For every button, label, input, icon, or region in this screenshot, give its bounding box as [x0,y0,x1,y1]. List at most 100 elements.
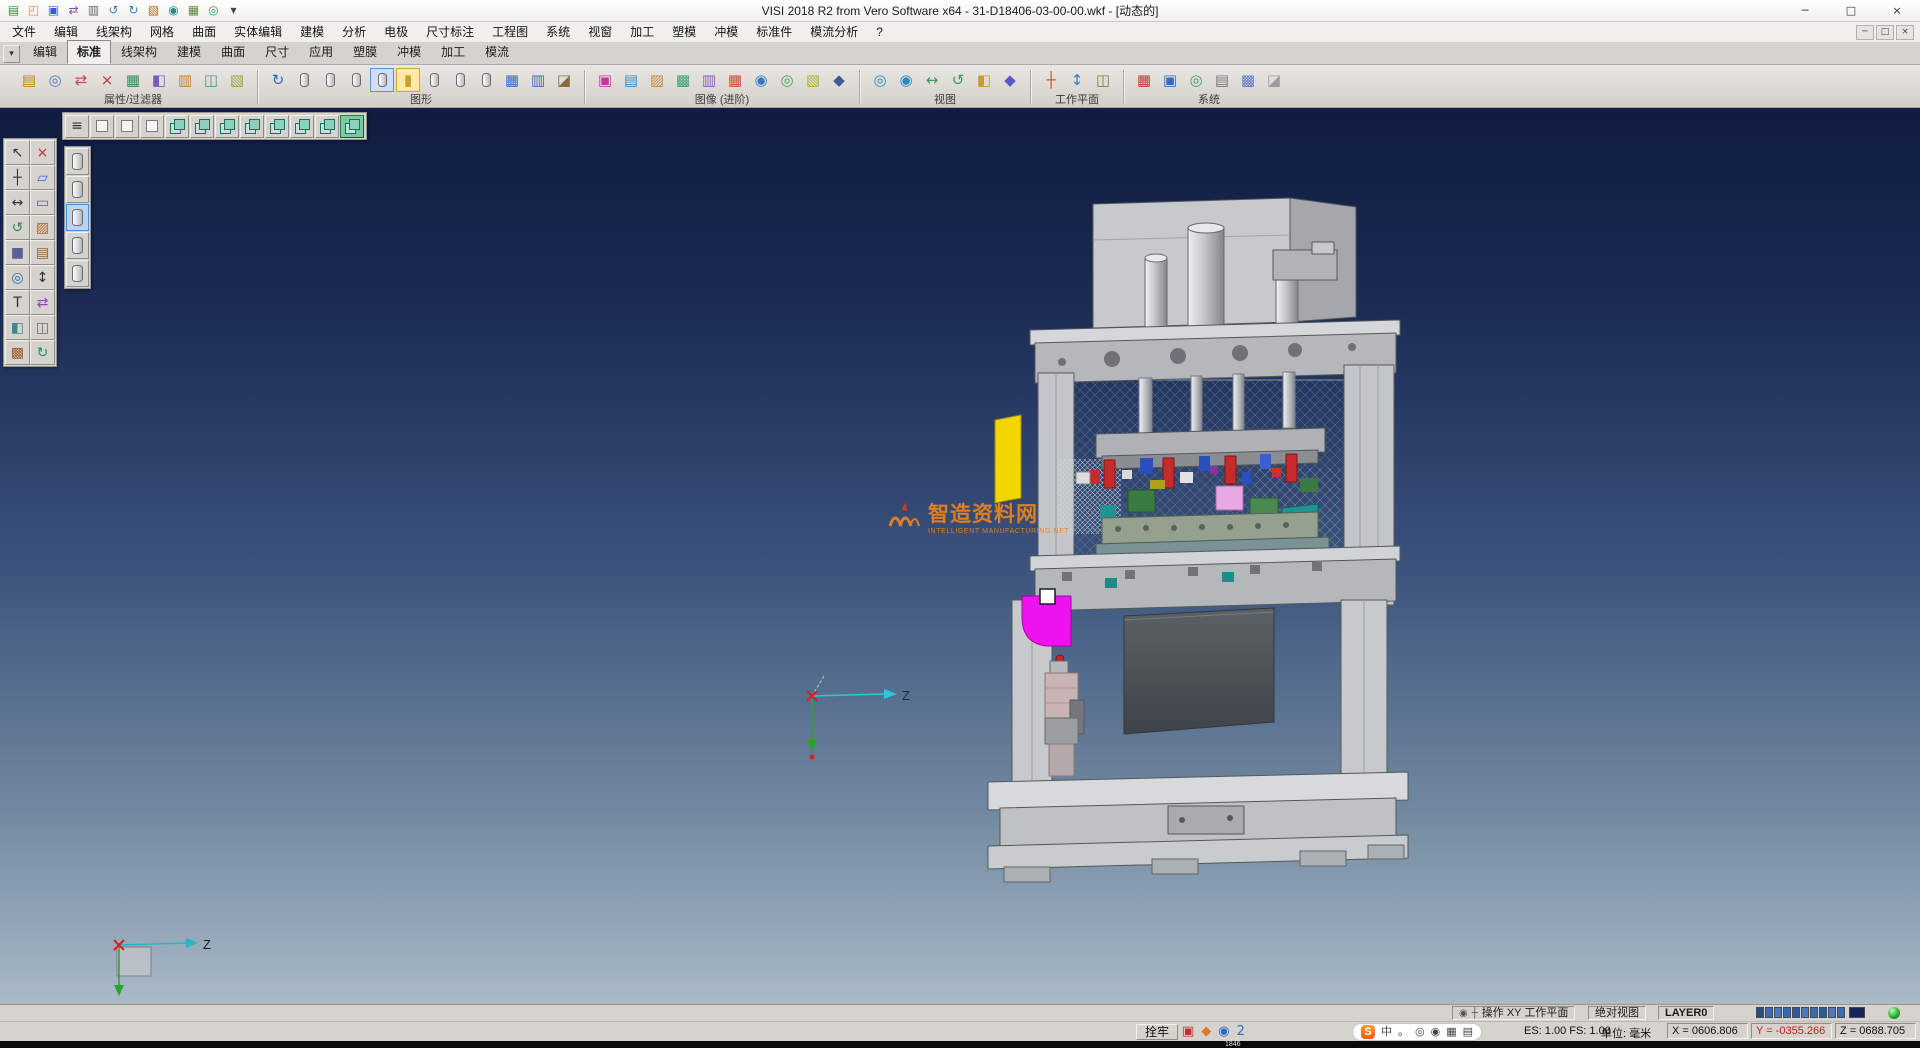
bottom-view-icon[interactable] [315,115,339,138]
minimize-button[interactable]: ─ [1782,0,1828,21]
group-solids-icon[interactable]: ▦ [500,68,524,92]
list-filter-icon[interactable]: ▥ [173,68,197,92]
measure-icon[interactable]: ↕ [30,265,55,290]
hidden-line-view-icon[interactable] [140,115,164,138]
menu-item-2[interactable]: 编辑 [45,22,87,42]
advanced-image-icon[interactable]: ◆ [827,68,851,92]
tab-overflow-button[interactable]: ▾ [3,45,20,63]
erase-icon[interactable]: ▨ [30,215,55,240]
grid-icon[interactable]: ▦ [184,2,203,19]
machine-3d-model[interactable] [988,198,1408,882]
workplane-indicator[interactable]: ◉ ┼ 操作 XY 工作平面 [1452,1006,1575,1020]
snap-point-icon[interactable]: ┼ [5,165,30,190]
palette-color-6[interactable] [1801,1007,1809,1018]
material-icon[interactable]: ▩ [671,68,695,92]
tab-9[interactable]: 冲模 [387,40,431,64]
menu-item-15[interactable]: 塑模 [663,22,705,42]
menu-item-16[interactable]: 冲模 [705,22,747,42]
error-indicator-icon[interactable]: ▣ [1182,1024,1194,1040]
layer-doc-icon-2[interactable] [66,176,89,203]
sketch-icon[interactable]: ▱ [30,165,55,190]
wireframe-view-icon[interactable] [90,115,114,138]
body-list-icon[interactable]: ▥ [526,68,550,92]
profile-icon[interactable]: ▤ [1210,68,1234,92]
menu-item-3[interactable]: 线架构 [87,22,141,42]
layer-doc-icon-4[interactable] [66,232,89,259]
tab-4[interactable]: 建模 [167,40,211,64]
viewbar-menu-icon[interactable]: ≡ [65,115,89,138]
tab-5[interactable]: 曲面 [211,40,255,64]
shadow-icon[interactable]: ▨ [645,68,669,92]
outline-cylinder-icon[interactable] [448,68,472,92]
scene-icon[interactable]: ◎ [775,68,799,92]
menu-item-14[interactable]: 加工 [621,22,663,42]
quick-access-dropdown-icon[interactable]: ▾ [224,2,243,19]
background-color-swatch[interactable] [1849,1007,1865,1018]
color-palette-icon[interactable]: ▦ [1132,68,1156,92]
previous-view-icon[interactable]: ◧ [972,68,996,92]
palette-color-4[interactable] [1783,1007,1791,1018]
workplane-list-icon[interactable]: ◫ [1091,68,1115,92]
render-image-icon[interactable]: ▣ [593,68,617,92]
iso-view-icon[interactable] [165,115,189,138]
sogou-logo-icon[interactable]: S [1361,1025,1375,1039]
menu-item-6[interactable]: 实体编辑 [225,22,291,42]
matrix-icon[interactable]: ▩ [1236,68,1260,92]
solid-box-icon[interactable]: ■ [5,240,30,265]
copy-icon[interactable]: ◫ [30,315,55,340]
lock-button[interactable]: 拴牢 [1136,1024,1178,1040]
lighting-icon[interactable]: ▥ [697,68,721,92]
layer-mask-icon[interactable]: ◧ [147,68,171,92]
warning-indicator-icon[interactable]: ◆ [1201,1024,1211,1040]
render-mode-icon[interactable] [370,68,394,92]
isometric-view-icon[interactable]: ◆ [998,68,1022,92]
top-view-icon[interactable] [290,115,314,138]
create-workplane-icon[interactable]: ┼ [1039,68,1063,92]
save-icon[interactable]: ▣ [44,2,63,19]
lang-mode-icon[interactable]: 中 [1381,1023,1392,1041]
delete-icon[interactable]: × [30,140,55,165]
menu-item-7[interactable]: 建模 [291,22,333,42]
open-file-icon[interactable]: ◰ [24,2,43,19]
align-workplane-icon[interactable]: ↕ [1065,68,1089,92]
menu-item-17[interactable]: 标准件 [747,22,801,42]
move-icon[interactable]: ↔ [5,190,30,215]
tab-6[interactable]: 尺寸 [255,40,299,64]
zoom-window-icon[interactable]: ◉ [894,68,918,92]
palette-color-8[interactable] [1819,1007,1827,1018]
window-select-icon[interactable]: ◫ [199,68,223,92]
new-file-icon[interactable]: ▤ [4,2,23,19]
palette-color-2[interactable] [1765,1007,1773,1018]
refresh-graphics-icon[interactable]: ↻ [266,68,290,92]
system-settings-icon[interactable]: ▣ [1158,68,1182,92]
mic-icon[interactable]: ◉ [1431,1023,1441,1041]
attribute-edit-icon[interactable]: ▤ [17,68,41,92]
camera-icon[interactable]: ◉ [749,68,773,92]
import-icon[interactable]: ⇄ [64,2,83,19]
front-view-icon[interactable] [190,115,214,138]
pan-view-icon[interactable]: ↔ [920,68,944,92]
swap-filter-icon[interactable]: ⇄ [69,68,93,92]
rotate-view-icon[interactable]: ↺ [946,68,970,92]
select-icon[interactable]: ↖ [5,140,30,165]
zoom-all-icon[interactable]: ◎ [868,68,892,92]
keyboard-icon[interactable]: ▦ [1446,1023,1456,1041]
viewport[interactable]: Z Z ≡ ↖×┼▱↔▭↺▨■▤◎↕T⇄◧◫▩↻ [0,108,1920,1004]
shaded-cylinder-icon[interactable] [318,68,342,92]
menu-item-10[interactable]: 尺寸标注 [417,22,483,42]
grid-filter-icon[interactable]: ▦ [121,68,145,92]
menu-item-12[interactable]: 系统 [537,22,579,42]
texture-icon[interactable]: ▤ [619,68,643,92]
element-filter-icon[interactable]: ◎ [43,68,67,92]
left-view-icon[interactable] [240,115,264,138]
back-view-icon[interactable] [215,115,239,138]
punctuation-icon[interactable]: 。 [1398,1023,1409,1041]
tab-3[interactable]: 线架构 [111,40,167,64]
palette-color-10[interactable] [1837,1007,1845,1018]
tab-1[interactable]: 编辑 [23,40,67,64]
mdi-restore-button[interactable]: □ [1876,25,1894,40]
multi-body-icon[interactable] [474,68,498,92]
sheet-icon[interactable]: ▤ [30,240,55,265]
close-button[interactable]: × [1874,0,1920,21]
emoji-icon[interactable]: ◎ [1415,1023,1425,1041]
